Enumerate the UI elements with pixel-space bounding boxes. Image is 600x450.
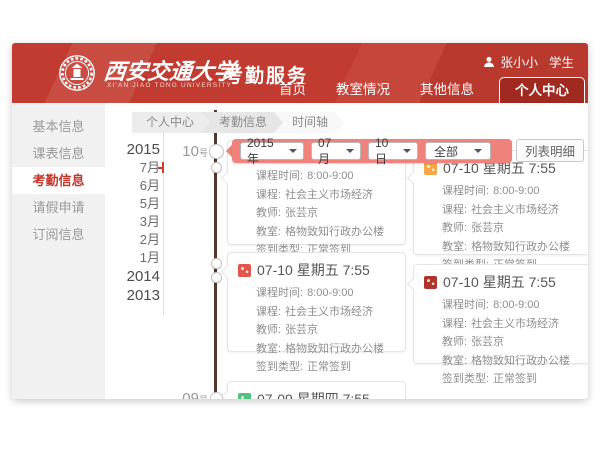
year-label[interactable]: 2014 — [110, 267, 160, 286]
status-stamp-icon — [238, 393, 251, 400]
day-label-09: 09号 — [162, 390, 208, 399]
timeline-dot — [209, 144, 224, 159]
year-label[interactable]: 2015 — [110, 140, 160, 159]
nav-personal-center[interactable]: 个人中心 — [499, 77, 585, 103]
sidebar-item-subscription-info[interactable]: 订阅信息 — [12, 221, 105, 248]
university-name-en: XI'AN JIAO TONG UNIVERSITY — [107, 82, 232, 89]
status-stamp-icon — [424, 276, 437, 289]
list-detail-button[interactable]: 列表明细 — [516, 139, 584, 162]
year-label[interactable]: 2013 — [110, 286, 160, 305]
card-title: 07-10 星期五 7:55 — [443, 272, 556, 292]
month-label[interactable]: 7月 — [110, 159, 160, 177]
person-icon — [483, 56, 495, 68]
day-select[interactable]: 10日 — [368, 142, 418, 160]
nav-classrooms[interactable]: 教室情况 — [336, 76, 390, 103]
status-stamp-icon — [238, 264, 251, 277]
user-info[interactable]: 张小小 学生 — [483, 52, 574, 71]
breadcrumb-timeline[interactable]: 时间轴 — [274, 112, 344, 133]
status-stamp-icon — [424, 162, 437, 175]
app-window: 西安交通大学 XI'AN JIAO TONG UNIVERSITY 考勤服务 张… — [12, 43, 588, 399]
timeline-dot — [211, 272, 222, 283]
year-month-list: 2015 7月 6月 5月 3月 2月 1月 2014 2013 — [110, 140, 160, 305]
page-background: 西安交通大学 XI'AN JIAO TONG UNIVERSITY 考勤服务 张… — [0, 0, 600, 450]
chevron-down-icon — [289, 149, 297, 157]
sidebar-item-basic-info[interactable]: 基本信息 — [12, 113, 105, 140]
month-label[interactable]: 1月 — [110, 249, 160, 267]
breadcrumb-personal-center[interactable]: 个人中心 — [132, 112, 210, 133]
timeline-dot — [211, 162, 222, 173]
month-label[interactable]: 3月 — [110, 213, 160, 231]
month-label[interactable]: 2月 — [110, 231, 160, 249]
sidebar-item-attendance-info[interactable]: 考勤信息 — [12, 167, 105, 194]
breadcrumb: 个人中心 考勤信息 时间轴 — [132, 112, 344, 133]
attendance-card[interactable]: 07-09 星期四 7:55 — [227, 381, 406, 399]
type-select[interactable]: 全部 — [425, 142, 491, 160]
year-select[interactable]: 2015年 — [240, 142, 304, 160]
current-month-marker — [158, 167, 163, 169]
month-label[interactable]: 5月 — [110, 195, 160, 213]
user-name: 张小小 — [500, 52, 538, 71]
attendance-card[interactable]: 07-10 星期五 7:55 课程时间:8:00-9:00 课程:社会主义市场经… — [413, 150, 588, 255]
card-title: 07-09 星期四 7:55 — [257, 389, 370, 399]
timeline-dot — [210, 392, 223, 399]
sidebar: 基本信息 课表信息 考勤信息 请假申请 订阅信息 — [12, 103, 105, 399]
app-header: 西安交通大学 XI'AN JIAO TONG UNIVERSITY 考勤服务 张… — [12, 43, 588, 103]
chevron-down-icon — [403, 149, 411, 157]
breadcrumb-attendance-info[interactable]: 考勤信息 — [201, 112, 283, 133]
sidebar-item-schedule-info[interactable]: 课表信息 — [12, 140, 105, 167]
chevron-down-icon — [346, 149, 354, 157]
user-role: 学生 — [549, 52, 574, 71]
main-nav: 首页 教室情况 其他信息 个人中心 — [264, 76, 586, 103]
card-title: 07-10 星期五 7:55 — [257, 260, 370, 280]
nav-other-info[interactable]: 其他信息 — [420, 76, 474, 103]
filter-bar: 2015年 07月 10日 全部 — [232, 139, 512, 163]
month-label[interactable]: 6月 — [110, 177, 160, 195]
attendance-card[interactable]: 07-10 星期五 7:55 课程时间:8:00-9:00 课程:社会主义市场经… — [227, 252, 406, 352]
timeline-dot — [211, 258, 222, 269]
university-logo-icon — [58, 54, 96, 92]
attendance-card[interactable]: 07-10 星期五 7:55 课程时间:8:00-9:00 课程:社会主义市场经… — [413, 264, 588, 364]
chevron-down-icon — [474, 149, 482, 157]
sidebar-item-leave-request[interactable]: 请假申请 — [12, 194, 105, 221]
day-label-10: 10号 — [162, 143, 208, 160]
month-select[interactable]: 07月 — [311, 142, 361, 160]
nav-home[interactable]: 首页 — [279, 76, 306, 103]
